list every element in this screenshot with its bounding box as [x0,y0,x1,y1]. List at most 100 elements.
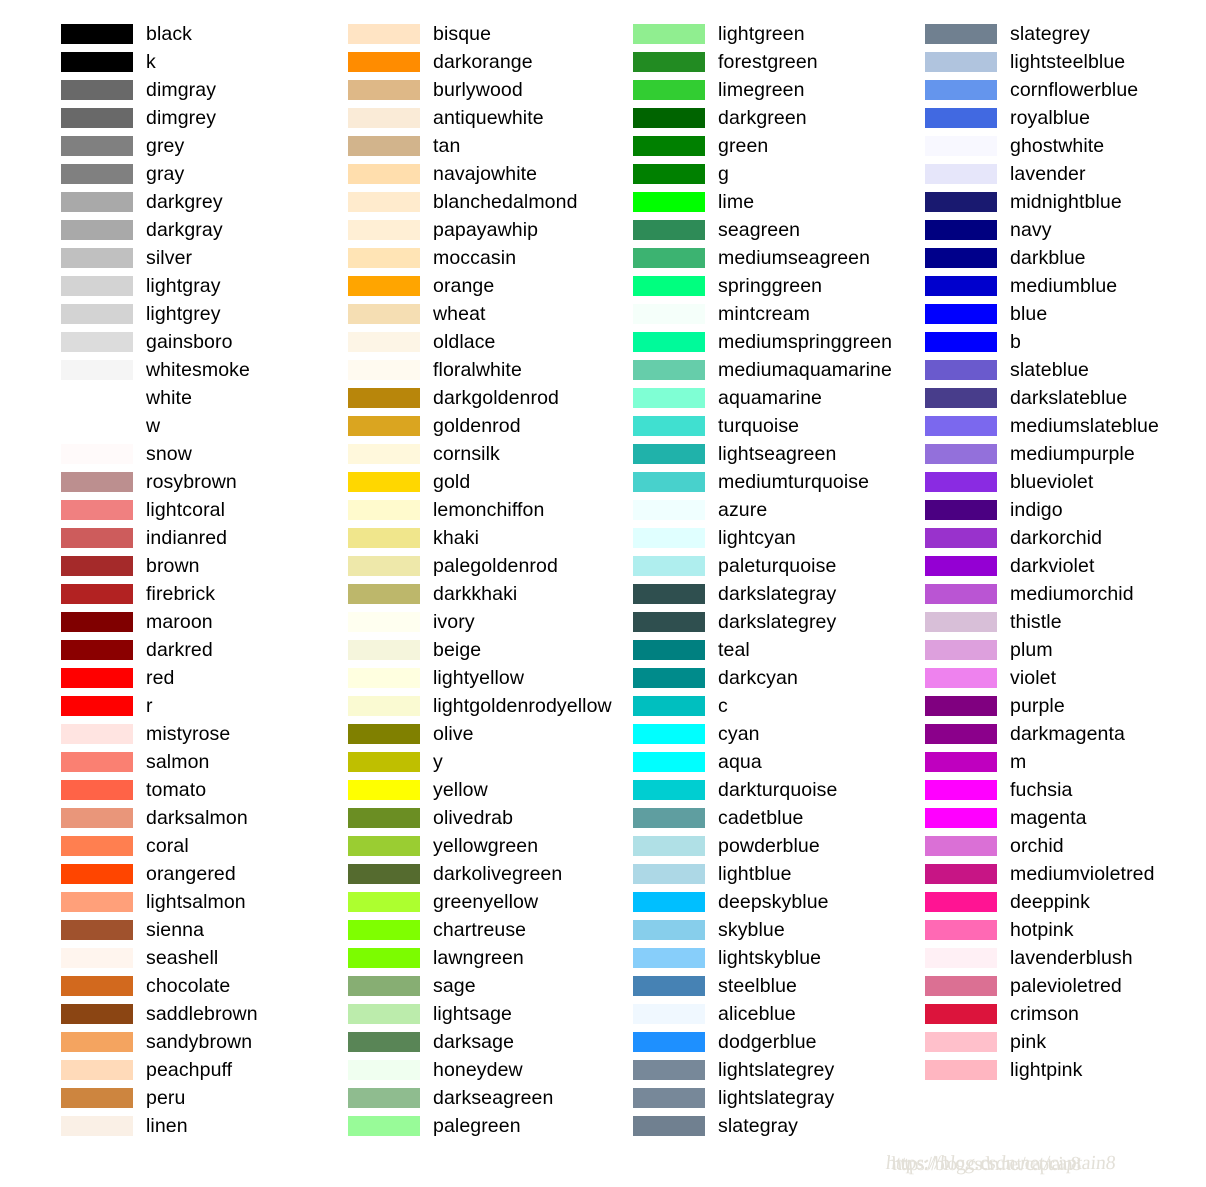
color-name-label: lightgray [146,275,221,297]
color-name-label: paleturquoise [718,555,837,577]
color-name-label: darkslateblue [1010,387,1128,409]
color-swatch [348,864,420,884]
color-name-label: navy [1010,219,1052,241]
color-name-label: saddlebrown [146,1003,258,1025]
color-swatch [925,836,997,856]
color-name-label: powderblue [718,835,820,857]
color-swatch [61,724,133,744]
color-name-label: darkslategray [718,583,837,605]
color-swatch [348,1004,420,1024]
color-name-label: olivedrab [433,807,514,829]
color-name-label: gray [146,163,185,185]
color-swatch [348,164,420,184]
color-swatch [348,80,420,100]
color-name-label: purple [1010,695,1065,717]
color-name-label: khaki [433,527,480,549]
color-name-label: w [146,415,161,437]
color-name-label: ivory [433,611,475,633]
color-swatch [61,920,133,940]
color-swatch [348,640,420,660]
color-swatch [633,444,705,464]
color-name-label: salmon [146,751,210,773]
color-swatch [348,52,420,72]
color-swatch [348,192,420,212]
color-swatch [633,136,705,156]
color-swatch [633,1088,705,1108]
color-swatch [348,976,420,996]
color-swatch [633,248,705,268]
color-swatch [633,500,705,520]
color-swatch [348,584,420,604]
color-swatch [633,892,705,912]
color-swatch [925,808,997,828]
color-swatch [925,556,997,576]
color-swatch [633,1004,705,1024]
color-swatch [61,164,133,184]
color-swatch [61,836,133,856]
color-name-label: rosybrown [146,471,237,493]
color-name-label: lightseagreen [718,443,837,465]
color-name-label: darkred [146,639,213,661]
color-swatch [925,472,997,492]
color-swatch [633,304,705,324]
color-swatch [61,864,133,884]
color-name-label: darksage [433,1031,515,1053]
color-swatch [61,136,133,156]
color-swatch [633,276,705,296]
color-swatch [925,332,997,352]
color-name-label: bisque [433,23,492,45]
color-name-label: darkturquoise [718,779,838,801]
color-name-label: maroon [146,611,213,633]
color-name-label: slateblue [1010,359,1089,381]
color-swatch [348,1032,420,1052]
color-name-label: m [1010,751,1027,773]
color-name-label: orangered [146,863,236,885]
color-swatch [633,724,705,744]
color-swatch [925,724,997,744]
color-swatch [633,836,705,856]
color-name-label: aqua [718,751,762,773]
color-swatch [61,52,133,72]
color-swatch [61,192,133,212]
color-name-label: yellow [433,779,488,801]
color-swatch [348,1060,420,1080]
color-swatch [633,220,705,240]
color-swatch [348,612,420,632]
color-swatch [925,948,997,968]
color-name-label: skyblue [718,919,785,941]
color-swatch [925,612,997,632]
color-name-label: burlywood [433,79,523,101]
color-swatch [633,920,705,940]
color-name-label: white [146,387,193,409]
color-swatch [61,276,133,296]
color-name-label: blue [1010,303,1048,325]
color-swatch [348,472,420,492]
color-swatch [925,24,997,44]
color-reference-chart: black k dimgray dimgrey grey gray darkgrey dark… [0,0,1206,1187]
color-swatch [633,164,705,184]
color-name-label: darkgray [146,219,223,241]
color-swatch [61,528,133,548]
color-name-label: navajowhite [433,163,538,185]
color-swatch [633,528,705,548]
color-name-label: fuchsia [1010,779,1073,801]
color-name-label: hotpink [1010,919,1074,941]
color-swatch [925,864,997,884]
color-name-label: oldlace [433,331,496,353]
color-name-label: lemonchiffon [433,499,545,521]
color-name-label: darkorange [433,51,533,73]
color-swatch [925,780,997,800]
color-name-label: blanchedalmond [433,191,578,213]
color-name-label: plum [1010,639,1053,661]
color-swatch [633,584,705,604]
color-swatch [61,752,133,772]
color-swatch [633,556,705,576]
color-name-label: cornsilk [433,443,500,465]
color-swatch [61,472,133,492]
color-swatch [925,80,997,100]
color-swatch [633,612,705,632]
color-name-label: lightgreen [718,23,805,45]
color-swatch [348,836,420,856]
color-name-label: darkviolet [1010,555,1095,577]
color-name-label: mediumpurple [1010,443,1135,465]
